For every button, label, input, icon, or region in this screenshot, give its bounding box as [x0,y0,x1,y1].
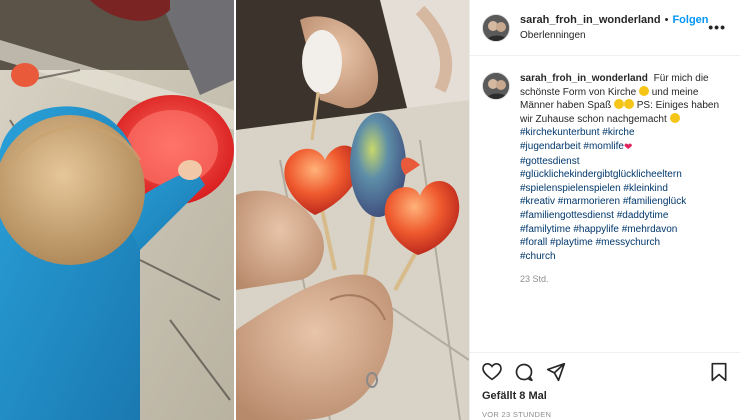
follow-button[interactable]: Folgen [672,13,708,27]
caption-age: 23 Std. [520,274,549,285]
avatar[interactable] [482,13,510,42]
hashtag-link[interactable]: #familiengottesdienst [520,210,614,221]
hashtag-link[interactable]: #marmorieren [558,196,620,207]
caption-username[interactable]: sarah_froh_in_wonderland [520,73,648,84]
hashtag-link[interactable]: #kirche [602,127,634,138]
post-image-collage [0,0,469,420]
hashtag-link[interactable]: #mehrdavon [622,224,678,235]
more-options-icon[interactable]: ••• [708,19,726,35]
share-icon[interactable] [546,362,566,382]
hashtag-link[interactable]: #spielenspielenspielen [520,183,621,194]
username-link[interactable]: sarah_froh_in_wonderland [520,13,661,27]
hashtag-list: #kirchekunterbunt #kirche #jugendarbeit … [520,126,726,263]
right-photo [236,0,469,420]
hashtag-link[interactable]: #forall [520,237,547,248]
smile-emoji-icon [669,112,680,123]
separator-dot: • [664,13,669,26]
caption-block: sarah_froh_in_wonderland Für mich die sc… [470,56,740,287]
hashtag-link[interactable]: #messychurch [596,237,660,248]
hashtag-link[interactable]: #kleinkind [623,183,667,194]
hashtag-link[interactable]: #church [520,251,556,262]
post-header: sarah_froh_in_wonderland • Folgen Oberle… [470,0,740,56]
hashtag-link[interactable]: #kreativ [520,196,555,207]
hashtag-link[interactable]: #familienglück [623,196,686,207]
hashtag-link[interactable]: #daddytime [617,210,669,221]
smile-emoji-icon [638,85,649,96]
caption: sarah_froh_in_wonderland Für mich die sc… [520,72,726,287]
post-timestamp: VOR 23 STUNDEN [482,410,552,419]
bookmark-icon[interactable] [710,362,728,382]
hashtag-link[interactable]: #gottesdienst [520,156,580,167]
avatar-image [483,73,509,99]
action-bar: Gefällt 8 Mal VOR 23 STUNDEN [470,352,740,419]
hashtag-link[interactable]: #playtime [550,237,593,248]
left-photo [0,0,234,420]
hashtag-link[interactable]: #kirchekunterbunt [520,127,600,138]
hashtag-link[interactable]: #jugendarbeit [520,141,581,152]
post-photo[interactable] [0,0,469,420]
hashtag-link[interactable]: #happylife [573,224,619,235]
hashtag-link[interactable]: #momlife [583,141,624,152]
comment-icon[interactable] [514,362,534,382]
location-link[interactable]: Oberlenningen [520,29,709,43]
like-count[interactable]: Gefällt 8 Mal [482,390,728,402]
heart-emoji-icon: ❤ [623,141,633,153]
caption-avatar[interactable] [482,72,510,100]
avatar-image [483,14,509,41]
laugh-emoji-icon [623,99,634,110]
hashtag-link[interactable]: #familytime [520,224,571,235]
post-side-panel: sarah_froh_in_wonderland • Folgen Oberle… [469,0,740,420]
hashtag-link[interactable]: #glücklichekindergibtglücklicheeltern [520,169,682,180]
heart-icon[interactable] [482,363,502,381]
grin-emoji-icon [613,99,624,110]
